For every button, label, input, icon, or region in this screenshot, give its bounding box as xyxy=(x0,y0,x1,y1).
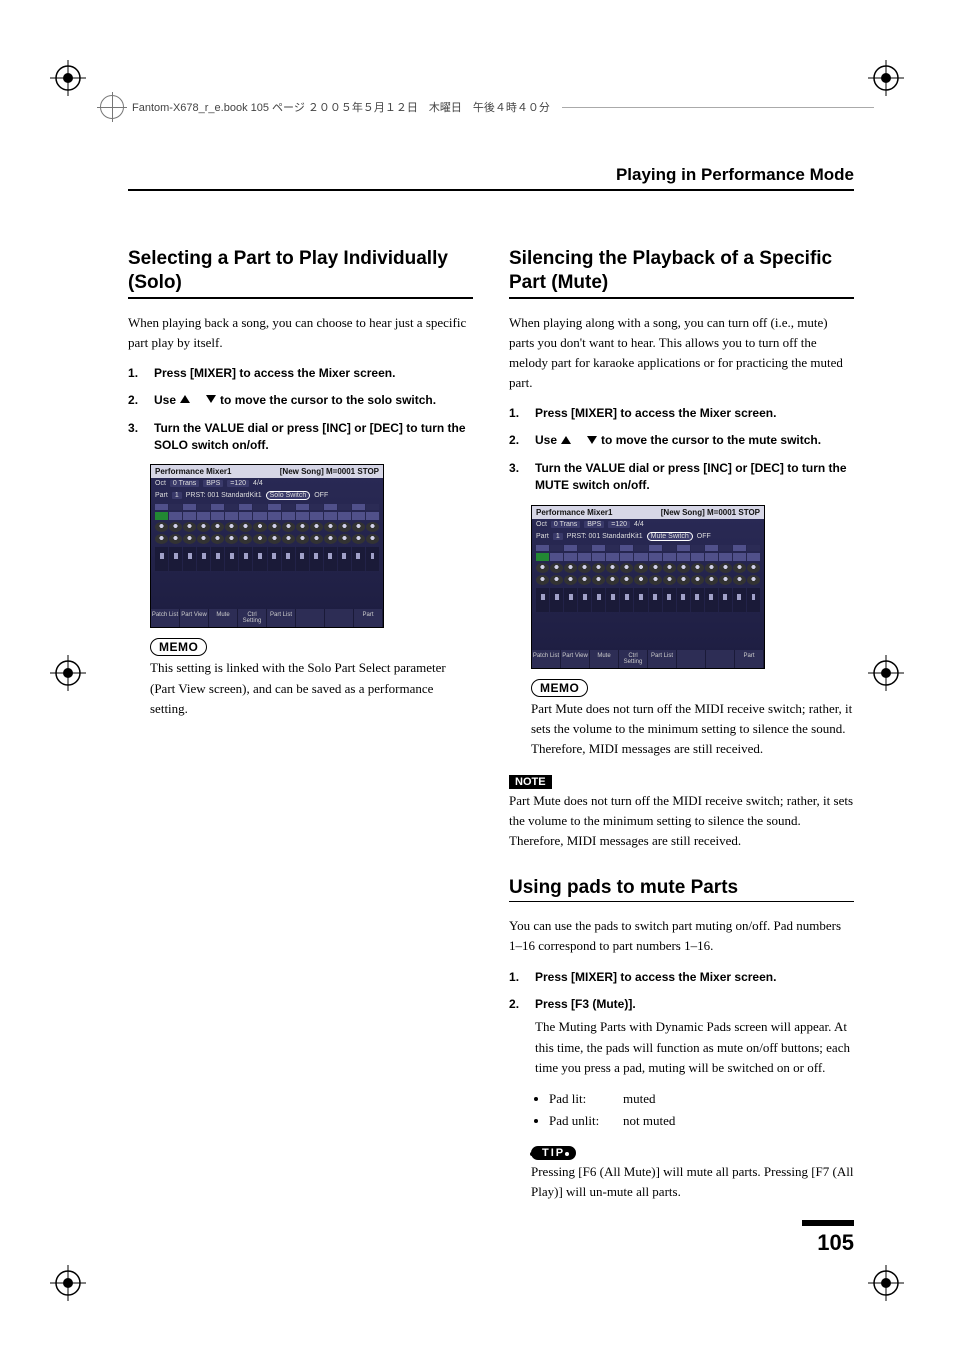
mute-note-body: Part Mute does not turn off the MIDI rec… xyxy=(509,791,854,851)
mute-memo-body: Part Mute does not turn off the MIDI rec… xyxy=(531,699,854,759)
up-arrow-icon xyxy=(179,392,191,409)
section-solo-heading: Selecting a Part to Play Individually (S… xyxy=(128,247,473,299)
pads-intro: You can use the pads to switch part muti… xyxy=(509,916,854,956)
mute-step-1: Press [MIXER] to access the Mixer screen… xyxy=(509,405,854,422)
mixer-screenshot-mute: Performance Mixer1 [New Song] M=0001 STO… xyxy=(531,505,765,669)
tip-badge: TIP xyxy=(531,1146,576,1160)
mute-step-3: Turn the VALUE dial or press [INC] or [D… xyxy=(509,460,854,495)
print-header-icon xyxy=(100,95,124,119)
print-header: Fantom-X678_r_e.book 105 ページ ２００５年５月１２日 … xyxy=(100,95,874,119)
left-column: Selecting a Part to Play Individually (S… xyxy=(128,247,473,1210)
pad-unlit-row: Pad unlit:not muted xyxy=(549,1110,854,1132)
solo-step-2: Use to move the cursor to the solo switc… xyxy=(128,392,473,410)
crop-mark-bl xyxy=(50,1265,86,1301)
crop-mark-tl xyxy=(50,60,86,96)
note-badge: NOTE xyxy=(509,775,552,789)
section-mute-heading: Silencing the Playback of a Specific Par… xyxy=(509,247,854,299)
print-header-text: Fantom-X678_r_e.book 105 ページ ２００５年５月１２日 … xyxy=(132,99,550,115)
crop-mark-tr xyxy=(868,60,904,96)
tip-body: Pressing [F6 (All Mute)] will mute all p… xyxy=(531,1162,854,1202)
pad-lit-row: Pad lit:muted xyxy=(549,1088,854,1110)
solo-intro: When playing back a song, you can choose… xyxy=(128,313,473,353)
pads-step-2: Press [F3 (Mute)]. The Muting Parts with… xyxy=(509,996,854,1078)
crop-mark-ml xyxy=(50,655,86,691)
solo-step-1: Press [MIXER] to access the Mixer screen… xyxy=(128,365,473,382)
page-number: 105 xyxy=(802,1220,854,1256)
pads-step-2-desc: The Muting Parts with Dynamic Pads scree… xyxy=(535,1017,854,1077)
mute-step-2: Use to move the cursor to the mute switc… xyxy=(509,432,854,450)
crop-mark-mr xyxy=(868,655,904,691)
pad-state-list: Pad lit:muted Pad unlit:not muted xyxy=(531,1088,854,1132)
down-arrow-icon xyxy=(205,392,217,409)
crop-mark-br xyxy=(868,1265,904,1301)
mute-steps: Press [MIXER] to access the Mixer screen… xyxy=(509,405,854,495)
down-arrow-icon xyxy=(586,433,598,450)
memo-badge: MEMO xyxy=(531,679,588,697)
right-column: Silencing the Playback of a Specific Par… xyxy=(509,247,854,1210)
pads-step-1: Press [MIXER] to access the Mixer screen… xyxy=(509,969,854,986)
up-arrow-icon xyxy=(560,433,572,450)
solo-step-3: Turn the VALUE dial or press [INC] or [D… xyxy=(128,420,473,455)
page-area: Playing in Performance Mode Selecting a … xyxy=(128,165,854,1256)
running-head: Playing in Performance Mode xyxy=(128,165,854,191)
pads-steps: Press [MIXER] to access the Mixer screen… xyxy=(509,969,854,1078)
print-header-line xyxy=(562,107,874,108)
mute-intro: When playing along with a song, you can … xyxy=(509,313,854,394)
solo-steps: Press [MIXER] to access the Mixer screen… xyxy=(128,365,473,455)
mixer-screenshot-solo: Performance Mixer1 [New Song] M=0001 STO… xyxy=(150,464,384,628)
memo-badge: MEMO xyxy=(150,638,207,656)
section-pads-heading: Using pads to mute Parts xyxy=(509,876,854,903)
solo-memo-body: This setting is linked with the Solo Par… xyxy=(150,658,473,718)
